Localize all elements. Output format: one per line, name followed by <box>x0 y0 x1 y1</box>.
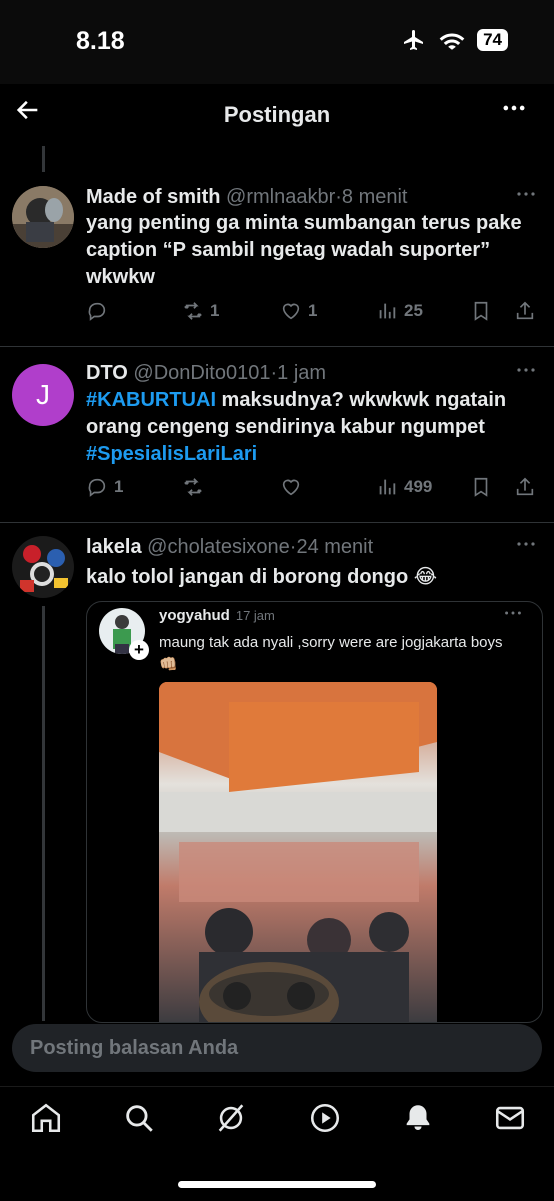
status-time: 8.18 <box>76 27 125 55</box>
retweet-icon <box>184 478 202 496</box>
thread-line <box>42 146 45 172</box>
status-bar: 8.18 74 <box>0 0 554 84</box>
grok-icon[interactable] <box>214 1101 248 1135</box>
post-meta: lakela @cholatesixone·24 menit <box>86 536 373 559</box>
more-icon[interactable] <box>500 94 528 130</box>
notifications-icon[interactable] <box>401 1101 435 1135</box>
reply-button[interactable]: 1 <box>86 476 123 498</box>
quoted-emoji: 👊🏼 <box>159 656 178 673</box>
post-text: #KABURTUAI maksudnya? wkwkwk ngatain ora… <box>86 387 526 468</box>
quoted-more-icon[interactable] <box>502 602 524 629</box>
status-icons: 74 <box>401 28 508 52</box>
avatar[interactable] <box>12 536 74 598</box>
follow-plus-icon[interactable]: + <box>129 640 149 660</box>
post-meta: DTO @DonDito0101·1 jam <box>86 362 326 385</box>
share-icon <box>516 477 534 496</box>
video-icon[interactable] <box>308 1101 342 1135</box>
share-button[interactable] <box>514 300 536 322</box>
post-more-icon[interactable] <box>514 182 538 212</box>
thread-line <box>42 606 45 1021</box>
quoted-text: maung tak ada nyali ,sorry were are jogj… <box>159 632 529 676</box>
separator: · <box>335 186 342 208</box>
like-icon <box>282 303 300 320</box>
like-button[interactable]: 1 <box>280 300 317 322</box>
author-handle[interactable]: @rmlnaakbr <box>226 186 335 208</box>
bookmark-button[interactable] <box>470 300 492 322</box>
retweet-button[interactable]: 1 <box>182 300 219 322</box>
quoted-text-body: maung tak ada nyali ,sorry were are jogj… <box>159 634 503 651</box>
reply-icon <box>88 302 106 321</box>
action-bar: 1 499 <box>86 476 542 506</box>
post-text: kalo tolol jangan di borong dongo 😂 <box>86 566 438 588</box>
reply-post[interactable]: Made of smith @rmlnaakbr·8 menit yang pe… <box>0 172 554 344</box>
post-age: 24 menit <box>296 536 374 558</box>
views-button[interactable]: 25 <box>376 300 423 322</box>
retweet-count: 1 <box>210 301 220 320</box>
airplane-icon <box>404 30 424 50</box>
post-text: yang penting ga minta sumbangan terus pa… <box>86 212 522 288</box>
bookmark-icon <box>474 477 488 497</box>
battery-indicator: 74 <box>477 29 508 51</box>
like-button[interactable] <box>280 476 302 498</box>
retweet-icon <box>184 302 202 320</box>
share-button[interactable] <box>514 476 536 498</box>
reply-count: 1 <box>114 477 124 496</box>
views-icon <box>379 479 396 495</box>
retweet-button[interactable] <box>182 476 204 498</box>
bookmark-icon <box>474 301 488 321</box>
divider <box>0 522 554 523</box>
post-more-icon[interactable] <box>514 532 538 562</box>
home-indicator <box>178 1181 376 1188</box>
avatar[interactable] <box>12 186 74 248</box>
reply-post[interactable]: J DTO @DonDito0101·1 jam #KABURTUAI maks… <box>0 350 554 520</box>
quoted-post-age: 17 jam <box>235 608 275 623</box>
avatar-letter: J <box>36 379 50 410</box>
divider <box>0 346 554 347</box>
search-icon[interactable] <box>122 1101 156 1135</box>
quoted-author: yogyahud 17 jam <box>159 607 275 624</box>
author-name[interactable]: lakela <box>86 536 142 558</box>
post-age: 1 jam <box>277 362 327 384</box>
share-icon <box>516 301 534 320</box>
views-count: 25 <box>404 301 423 320</box>
post-more-icon[interactable] <box>514 358 538 388</box>
avatar[interactable]: J <box>12 364 74 426</box>
like-count: 1 <box>308 301 318 320</box>
quoted-author-name[interactable]: yogyahud <box>159 607 230 624</box>
views-count: 499 <box>404 477 433 496</box>
author-handle[interactable]: @DonDito0101 <box>133 362 270 384</box>
hashtag-link[interactable]: #KABURTUAI <box>86 389 216 411</box>
top-bar: Postingan <box>0 84 554 146</box>
bookmark-button[interactable] <box>470 476 492 498</box>
page-title: Postingan <box>223 102 331 127</box>
author-name[interactable]: DTO <box>86 362 128 384</box>
reply-button[interactable] <box>86 300 108 322</box>
wifi-icon <box>439 33 465 50</box>
quoted-post[interactable]: + yogyahud 17 jam maung tak ada nyali ,so… <box>86 601 543 1023</box>
home-icon[interactable] <box>29 1101 63 1135</box>
reply-input[interactable]: Posting balasan Anda <box>12 1024 542 1072</box>
quoted-video[interactable] <box>159 682 437 1022</box>
reply-icon <box>88 478 106 497</box>
post-age: 8 menit <box>341 186 408 208</box>
action-bar: 1 1 25 <box>86 300 542 330</box>
views-button[interactable]: 499 <box>376 476 432 498</box>
views-icon <box>379 303 396 319</box>
reply-placeholder: Posting balasan Anda <box>30 1037 239 1059</box>
post-meta: Made of smith @rmlnaakbr·8 menit <box>86 186 408 209</box>
hashtag-link[interactable]: #SpesialisLariLari <box>86 443 257 465</box>
author-handle[interactable]: @cholatesixone <box>147 536 290 558</box>
messages-icon[interactable] <box>493 1101 527 1135</box>
author-name[interactable]: Made of smith <box>86 186 220 208</box>
like-icon <box>282 479 300 496</box>
